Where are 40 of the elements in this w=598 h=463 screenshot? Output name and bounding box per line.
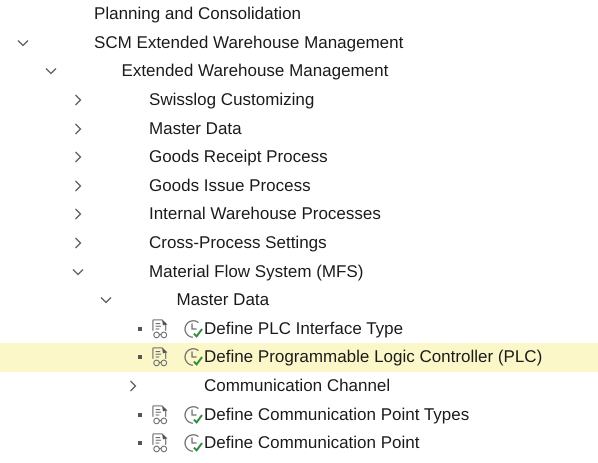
tree-row[interactable]: Master Data <box>0 114 598 143</box>
node-label: Communication Channel <box>204 376 390 396</box>
tree-row[interactable]: Define Communication Point Types <box>0 400 598 429</box>
document-glasses-icon[interactable] <box>152 404 168 426</box>
node-label: Internal Warehouse Processes <box>149 204 381 224</box>
tree-row[interactable]: Swisslog Customizing <box>0 86 598 114</box>
bullet-icon <box>138 441 142 446</box>
tree-row[interactable]: Goods Receipt Process <box>0 142 598 172</box>
node-label: Swisslog Customizing <box>149 90 314 110</box>
tree-row[interactable]: Planning and Consolidation <box>0 0 598 29</box>
tree-row[interactable]: SCM Extended Warehouse Management <box>0 28 598 58</box>
tree-row[interactable]: Cross-Process Settings <box>0 228 598 258</box>
node-label: Define Programmable Logic Controller (PLC) <box>204 347 542 368</box>
tree-row[interactable]: Communication Channel <box>0 372 598 400</box>
document-glasses-icon[interactable] <box>152 346 168 368</box>
bullet-icon <box>138 326 142 331</box>
node-label: SCM Extended Warehouse Management <box>94 32 404 53</box>
node-label: Cross-Process Settings <box>149 233 327 254</box>
document-glasses-icon[interactable] <box>152 318 168 340</box>
tree-row[interactable]: Material Flow System (MFS) <box>0 257 598 286</box>
node-label: Define Communication Point <box>204 433 420 454</box>
tree-row[interactable]: Define Communication Point <box>0 428 598 458</box>
document-glasses-icon[interactable] <box>152 432 168 454</box>
node-label: Goods Receipt Process <box>149 147 328 168</box>
node-label: Material Flow System (MFS) <box>149 262 364 282</box>
node-label: Define PLC Interface Type <box>204 318 404 339</box>
bullet-icon <box>138 355 142 360</box>
tree-row[interactable]: Goods Issue Process <box>0 172 598 200</box>
node-label: Planning and Consolidation <box>94 4 301 24</box>
node-label: Master Data <box>176 290 270 310</box>
node-label: Define Communication Point Types <box>204 404 470 425</box>
tree-row[interactable]: Define PLC Interface Type <box>0 314 598 344</box>
tree-row[interactable]: Extended Warehouse Management <box>0 57 598 86</box>
node-label: Master Data <box>149 118 242 139</box>
tree-row[interactable]: Master Data <box>0 286 598 315</box>
bullet-icon <box>138 412 142 417</box>
node-label: Extended Warehouse Management <box>122 61 388 82</box>
tree-row[interactable]: Define Programmable Logic Controller (PLC) <box>0 343 598 372</box>
tree-row[interactable]: Internal Warehouse Processes <box>0 200 598 229</box>
node-label: Goods Issue Process <box>149 176 311 196</box>
